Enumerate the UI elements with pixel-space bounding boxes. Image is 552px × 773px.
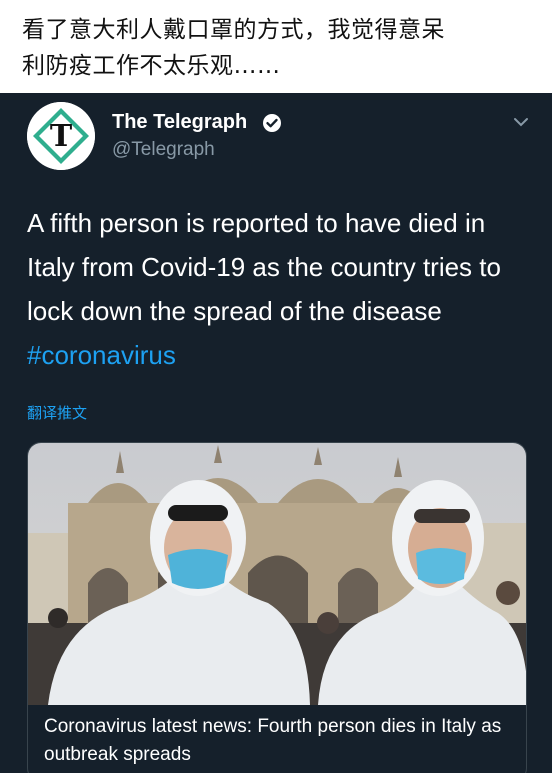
- caption-bar: 看了意大利人戴口罩的方式，我觉得意呆 利防疫工作不太乐观……: [0, 0, 552, 93]
- card-image: [28, 443, 526, 705]
- caption-line-2: 利防疫工作不太乐观……: [22, 53, 281, 79]
- tweet-body: A fifth person is reported to have died …: [27, 208, 501, 326]
- verified-badge-icon: [263, 114, 281, 132]
- chevron-down-icon[interactable]: [512, 115, 530, 129]
- display-name[interactable]: The Telegraph: [112, 111, 247, 134]
- link-preview-card[interactable]: Coronavirus latest news: Fourth person d…: [27, 442, 527, 773]
- telegraph-logo-icon: T: [27, 102, 95, 170]
- user-handle[interactable]: @Telegraph: [112, 139, 215, 161]
- translate-tweet-link[interactable]: 翻译推文: [27, 402, 87, 423]
- tweet-card[interactable]: T The Telegraph @Telegraph A fifth perso…: [0, 93, 552, 773]
- avatar[interactable]: T: [27, 102, 95, 170]
- tweet-text: A fifth person is reported to have died …: [27, 201, 527, 377]
- hashtag-link[interactable]: #coronavirus: [27, 340, 176, 370]
- avatar-letter: T: [50, 119, 73, 154]
- caption-line-1: 看了意大利人戴口罩的方式，我觉得意呆: [22, 17, 445, 43]
- card-title[interactable]: Coronavirus latest news: Fourth person d…: [44, 713, 514, 769]
